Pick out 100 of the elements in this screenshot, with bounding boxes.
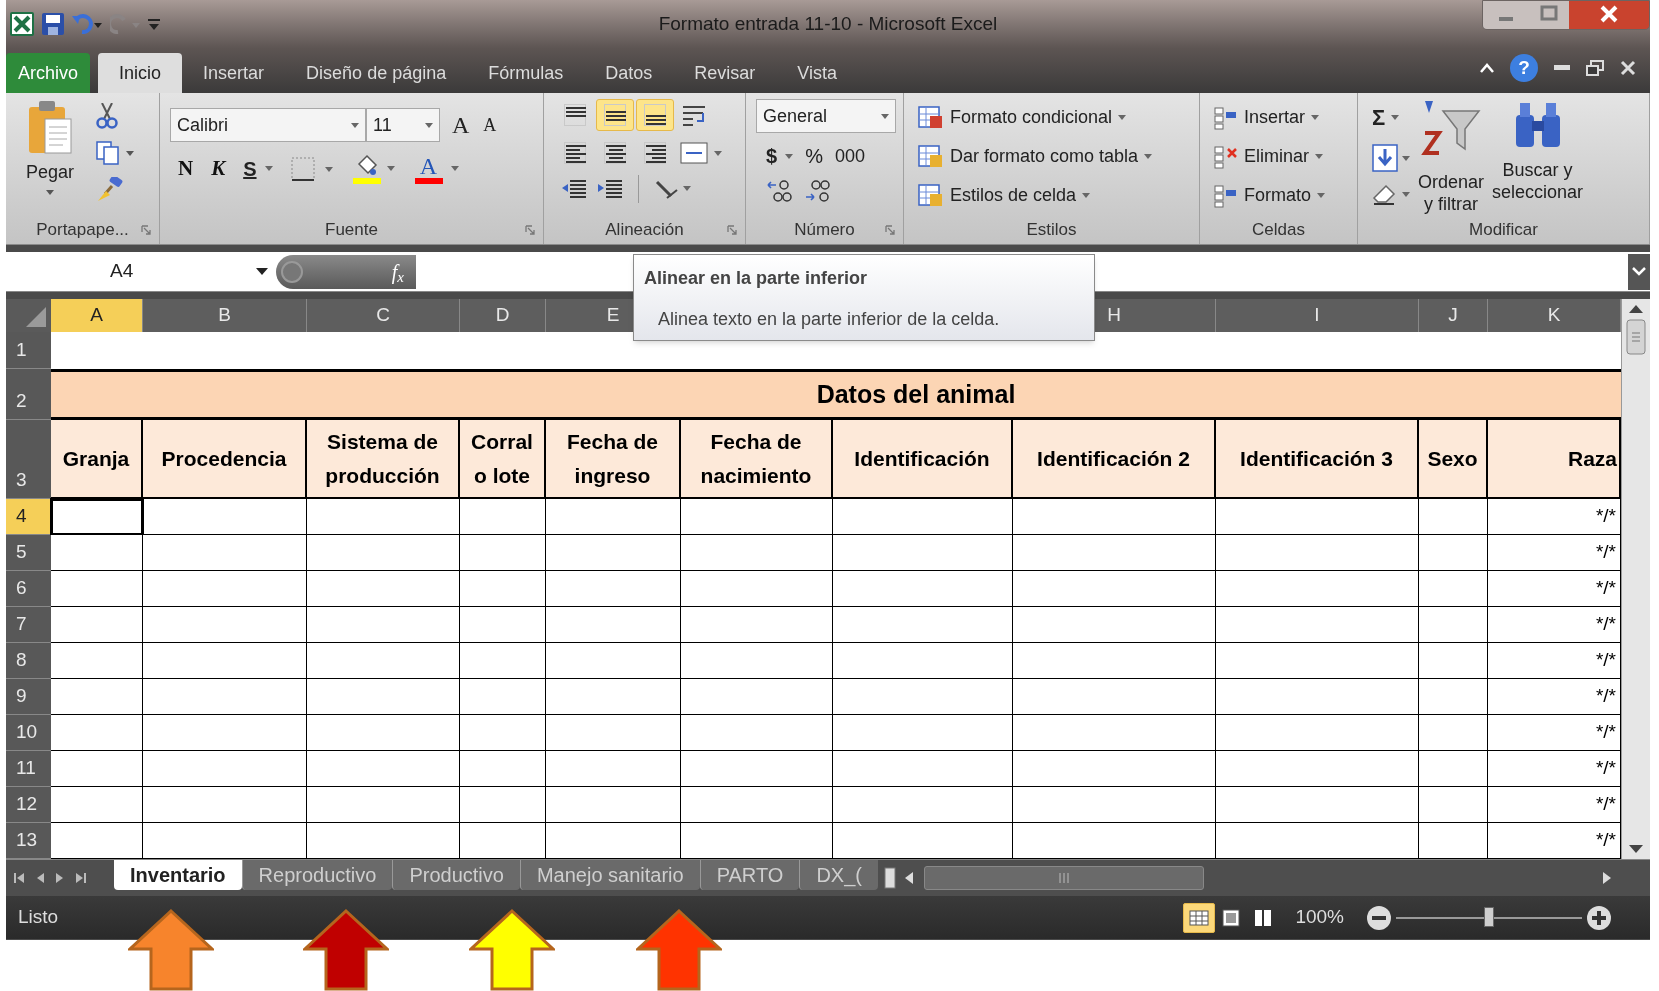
- zoom-out-icon[interactable]: [1366, 904, 1392, 931]
- underline-button[interactable]: S: [243, 153, 257, 184]
- styles-menu-button[interactable]: Dar formato como tabla: [950, 143, 1139, 170]
- ribbon-tab[interactable]: Archivo: [6, 53, 91, 93]
- zoom-in-icon[interactable]: [1586, 904, 1612, 931]
- row-header[interactable]: 5: [6, 535, 51, 571]
- dropdown-caret-icon[interactable]: [264, 166, 273, 172]
- close-icon[interactable]: [1569, 1, 1649, 29]
- dialog-launcher-icon[interactable]: [141, 225, 151, 235]
- horizontal-scrollbar-thumb[interactable]: [923, 866, 1204, 890]
- maximize-icon[interactable]: [1529, 1, 1569, 29]
- row-header[interactable]: 7: [6, 607, 51, 643]
- active-cell[interactable]: [51, 499, 143, 535]
- customize-toolbar-icon[interactable]: [148, 17, 160, 31]
- find-select-button[interactable]: Buscar y seleccionar: [1492, 99, 1584, 216]
- decrease-indent-icon[interactable]: [560, 177, 588, 201]
- dropdown-caret-icon[interactable]: [450, 166, 459, 172]
- normal-view-button[interactable]: [1183, 902, 1216, 933]
- column-header[interactable]: A: [51, 299, 143, 332]
- excel-icon[interactable]: [10, 12, 34, 36]
- cells-menu-button[interactable]: Formato: [1244, 182, 1312, 209]
- row-header[interactable]: 4: [6, 499, 51, 535]
- ribbon-tab[interactable]: Inicio: [98, 53, 183, 93]
- fill-color-icon[interactable]: [352, 153, 397, 184]
- styles-menu-button[interactable]: Formato condicional: [950, 104, 1113, 131]
- ribbon-tab[interactable]: Revisar: [673, 53, 777, 93]
- sheet-tab[interactable]: Inventario: [114, 860, 242, 890]
- increase-indent-icon[interactable]: [596, 177, 624, 201]
- currency-button[interactable]: $: [766, 141, 778, 171]
- font-color-button[interactable]: A: [414, 153, 443, 184]
- save-icon[interactable]: [42, 13, 64, 35]
- row-header[interactable]: 13: [6, 823, 51, 859]
- font-name-field[interactable]: Calibri: [170, 108, 366, 142]
- styles-menu-button[interactable]: Estilos de celda: [950, 182, 1077, 209]
- last-sheet-icon[interactable]: [76, 872, 86, 884]
- help-button[interactable]: ?: [1510, 54, 1538, 82]
- select-all-icon[interactable]: [6, 299, 51, 332]
- eraser-icon[interactable]: [1372, 182, 1410, 206]
- ribbon-tab[interactable]: Fórmulas: [467, 53, 585, 93]
- zoom-level[interactable]: 100%: [1295, 903, 1344, 932]
- cells-menu-button[interactable]: Insertar: [1244, 104, 1306, 131]
- row-header[interactable]: 3: [6, 420, 51, 499]
- scrollbar-thumb-icon[interactable]: [1626, 319, 1646, 355]
- scroll-down-icon[interactable]: [1628, 843, 1644, 855]
- sort-filter-button[interactable]: Ordenar y filtrar: [1418, 99, 1485, 216]
- dialog-launcher-icon[interactable]: [727, 225, 737, 235]
- decrease-decimal-icon[interactable]: [804, 179, 830, 203]
- dropdown-caret-icon[interactable]: [1391, 115, 1400, 120]
- expand-formula-bar-icon[interactable]: [1628, 253, 1650, 290]
- dialog-launcher-icon[interactable]: [885, 225, 895, 235]
- row-header[interactable]: 12: [6, 787, 51, 823]
- grow-font-button[interactable]: A: [452, 107, 470, 143]
- scroll-left-icon[interactable]: [903, 871, 914, 885]
- font-size-field[interactable]: 11: [366, 108, 440, 142]
- previous-sheet-icon[interactable]: [36, 872, 44, 884]
- column-header[interactable]: C: [307, 299, 460, 332]
- dropdown-caret-icon[interactable]: [785, 153, 794, 159]
- format-painter-icon[interactable]: [96, 177, 124, 203]
- column-header[interactable]: I: [1216, 299, 1419, 332]
- column-header[interactable]: D: [460, 299, 546, 332]
- ribbon-tab[interactable]: Vista: [776, 53, 858, 93]
- ribbon-tab[interactable]: Insertar: [182, 53, 286, 93]
- dialog-launcher-icon[interactable]: [525, 225, 535, 235]
- row-header[interactable]: 10: [6, 715, 51, 751]
- row-header[interactable]: 11: [6, 751, 51, 787]
- row-header[interactable]: 1: [6, 332, 51, 369]
- row-header[interactable]: 9: [6, 679, 51, 715]
- column-header[interactable]: J: [1419, 299, 1488, 332]
- zoom-slider-thumb[interactable]: [1484, 906, 1494, 927]
- row-header[interactable]: 8: [6, 643, 51, 679]
- copy-icon[interactable]: [96, 141, 134, 165]
- tab-split-handle-icon[interactable]: [883, 866, 896, 890]
- shrink-font-button[interactable]: A: [483, 111, 497, 139]
- scroll-right-icon[interactable]: [1602, 871, 1612, 885]
- bold-button[interactable]: N: [178, 153, 194, 185]
- row-header[interactable]: 6: [6, 571, 51, 607]
- collapse-ribbon-icon[interactable]: [1480, 63, 1494, 73]
- cells-menu-button[interactable]: Eliminar: [1244, 143, 1309, 170]
- restore-icon[interactable]: [1586, 60, 1604, 76]
- italic-button[interactable]: K: [211, 153, 226, 185]
- borders-icon[interactable]: [290, 156, 335, 181]
- first-sheet-icon[interactable]: [14, 872, 24, 884]
- ribbon-tab[interactable]: Datos: [584, 53, 674, 93]
- close-icon[interactable]: [1620, 60, 1636, 76]
- percent-button[interactable]: %: [805, 141, 823, 171]
- thousands-button[interactable]: 000: [834, 142, 865, 170]
- merge-center-icon[interactable]: [680, 140, 724, 166]
- column-header[interactable]: B: [143, 299, 307, 332]
- fill-down-icon[interactable]: [1372, 144, 1410, 172]
- next-sheet-icon[interactable]: [56, 872, 64, 884]
- middle-align-button[interactable]: [596, 99, 634, 131]
- scroll-up-icon[interactable]: [1628, 303, 1644, 315]
- number-format-field[interactable]: General: [756, 99, 896, 133]
- increase-decimal-icon[interactable]: [766, 179, 792, 203]
- autosum-button[interactable]: Σ: [1372, 101, 1386, 134]
- paste-button[interactable]: Pegar: [14, 99, 86, 199]
- column-header[interactable]: K: [1488, 299, 1621, 332]
- minimize-icon[interactable]: [1554, 65, 1570, 71]
- bottom-align-button[interactable]: [636, 99, 674, 131]
- row-header[interactable]: 2: [6, 369, 51, 420]
